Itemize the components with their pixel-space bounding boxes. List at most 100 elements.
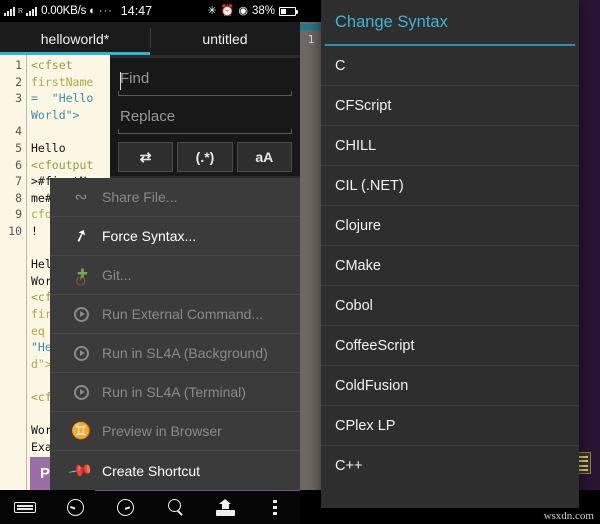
replace-field[interactable]: Replace (118, 104, 292, 138)
syntax-item-7[interactable]: CoffeeScript (321, 326, 579, 366)
status-bar-left: R 0.00KB/s ◐ ··· 14:47 (4, 4, 152, 18)
menu-item-label: Run in SL4A (Terminal) (102, 384, 246, 400)
network-speed: 0.00KB/s (41, 5, 87, 17)
editor-gutter-background (300, 22, 322, 490)
syntax-item-3[interactable]: CIL (.NET) (321, 166, 579, 206)
tab-indicator-continuation (300, 24, 322, 30)
line-number: 8 (15, 190, 22, 205)
context-menu[interactable]: ∾ Share File... ➚ Force Syntax... ✚ ⏻ Git... Ru… (50, 178, 300, 490)
tab-bar[interactable]: helloworld* untitled (0, 22, 300, 55)
syntax-item-label: CIL (.NET) (335, 177, 404, 194)
menu-item-label: Share File... (102, 189, 178, 205)
keyboard-icon (14, 502, 36, 513)
syntax-item-9[interactable]: CPlex LP (321, 406, 579, 446)
tab-1[interactable]: untitled (150, 22, 300, 55)
syntax-item-5[interactable]: CMake (321, 246, 579, 286)
line-number (0, 107, 22, 124)
redo-icon (116, 499, 134, 516)
screen: 1 1 2 3 4 5 6 7 8 9 10 <cfset firstName = "Hello Wor… (0, 0, 600, 524)
save-button[interactable] (200, 498, 250, 516)
play-icon (60, 384, 102, 400)
syntax-item-2[interactable]: CHILL (321, 126, 579, 166)
eye-care-icon: ◉ (238, 4, 248, 17)
syntax-item-1[interactable]: CFScript (321, 86, 579, 126)
regex-button[interactable]: (.*) (177, 142, 233, 172)
syntax-item-10[interactable]: C++ (321, 446, 579, 486)
menu-item-1[interactable]: ➚ Force Syntax... (50, 217, 300, 256)
status-bar: R 0.00KB/s ◐ ··· 14:47 ✳ ⏰ ◉ 38% (0, 0, 300, 22)
line-number: 1 (15, 58, 22, 72)
syntax-item-label: Cobol (335, 297, 373, 314)
syntax-item-0[interactable]: C (321, 46, 579, 86)
signal-strength-icon (4, 6, 15, 16)
code-line: firstName (31, 74, 94, 89)
syntax-item-label: C++ (335, 458, 363, 474)
code-line: World"> (31, 107, 80, 122)
line-number: 2 (15, 74, 22, 89)
find-replace-panel[interactable]: Find Replace ⇄ (.*) aA (110, 58, 300, 176)
share-icon: ∾ (74, 189, 88, 206)
menu-item-3: Run External Command... (50, 295, 300, 334)
find-field[interactable]: Find (118, 66, 292, 100)
menu-item-label: Preview in Browser (102, 423, 222, 439)
code-line: = "Hello (31, 91, 94, 106)
match-case-button[interactable]: aA (236, 142, 292, 172)
bottom-toolbar[interactable] (0, 491, 300, 524)
keyboard-button[interactable] (0, 502, 50, 513)
line-number: 6 (15, 157, 22, 172)
save-icon (215, 498, 235, 516)
line-number: 9 (15, 207, 22, 222)
replace-input-placeholder: Replace (120, 108, 176, 125)
line-number: 5 (15, 140, 22, 155)
wifi-icon: ◐ (89, 4, 96, 17)
tab-label: helloworld* (40, 30, 110, 47)
tab-label: untitled (202, 30, 248, 47)
clock: 14:47 (120, 4, 153, 18)
line-number: 7 (15, 174, 22, 189)
menu-item-0: ∾ Share File... (50, 178, 300, 217)
line-number: 3 (15, 91, 22, 106)
syntax-item-label: CoffeeScript (335, 337, 415, 354)
play-icon (60, 345, 102, 361)
bluetooth-icon: ✳ (207, 4, 217, 17)
redo-button[interactable] (100, 499, 150, 516)
alarm-icon: ⏰ (220, 4, 235, 17)
gutter-line-number: 1 (307, 33, 315, 46)
undo-button[interactable] (50, 499, 100, 516)
line-number: 4 (15, 124, 22, 139)
syntax-item-label: Clojure (335, 217, 381, 234)
git-icon: ✚ ⏻ (76, 266, 88, 288)
status-bar-right: ✳ ⏰ ◉ 38% (207, 4, 298, 17)
battery-icon (279, 6, 298, 16)
search-button[interactable] (150, 499, 200, 516)
hammer-icon: ➚ (70, 224, 91, 247)
undo-icon (66, 499, 84, 516)
find-input-placeholder: Find (120, 70, 150, 87)
menu-item-label: Force Syntax... (102, 228, 197, 244)
overflow-menu-button[interactable] (250, 499, 300, 516)
menu-item-label: Run External Command... (102, 306, 264, 322)
change-syntax-dialog[interactable]: Change Syntax C CFScript CHILL CIL (.NET) Cl… (321, 0, 579, 508)
code-line: Hello (31, 140, 66, 155)
syntax-item-6[interactable]: Cobol (321, 286, 579, 326)
play-icon (60, 306, 102, 322)
menu-item-7[interactable]: 📌 Create Shortcut (50, 451, 300, 490)
code-line: <cfset (31, 58, 73, 72)
find-underline (118, 91, 292, 96)
line-number: 10 (8, 223, 22, 238)
menu-item-6: ♊ Preview in Browser (50, 412, 300, 451)
syntax-list[interactable]: C CFScript CHILL CIL (.NET) Clojure CMake Cobo… (321, 46, 579, 486)
sim-label: R (18, 7, 24, 15)
toggle-replace-button[interactable]: ⇄ (118, 142, 174, 172)
syntax-item-8[interactable]: ColdFusion (321, 366, 579, 406)
menu-item-4: Run in SL4A (Background) (50, 334, 300, 373)
line-number-gutter: 1 2 3 4 5 6 7 8 9 10 (0, 55, 26, 490)
find-options-row: ⇄ (.*) aA (118, 142, 292, 172)
watermark: wsxdn.com (543, 510, 594, 522)
tab-0[interactable]: helloworld* (0, 22, 150, 55)
menu-item-label: Run in SL4A (Background) (102, 345, 268, 361)
menu-item-5: Run in SL4A (Terminal) (50, 373, 300, 412)
pin-icon: 📌 (67, 458, 94, 484)
syntax-item-4[interactable]: Clojure (321, 206, 579, 246)
